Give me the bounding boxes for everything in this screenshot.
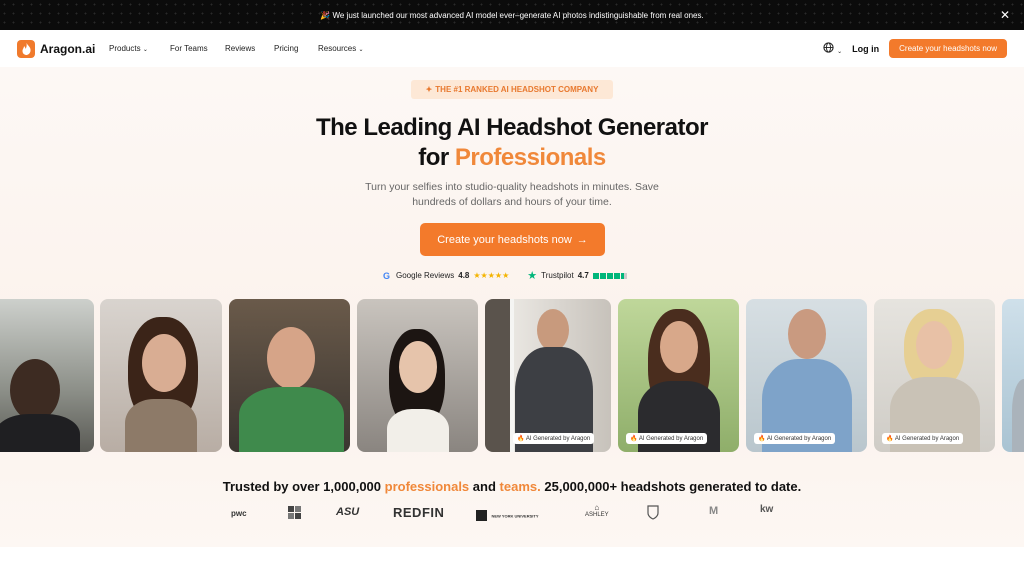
ai-headshot-photo: 🔥 AI Generated by Aragon xyxy=(485,299,611,452)
hero-create-headshots-button[interactable]: Create your headshots now → xyxy=(420,223,605,256)
brand-ashley-text: ASHLEY xyxy=(585,512,609,518)
announcement-text: We just launched our most advanced AI mo… xyxy=(332,10,704,20)
hero-title-prefix: for xyxy=(418,144,449,171)
ai-badge-text: AI Generated by Aragon xyxy=(766,436,832,442)
logo-text: Aragon.ai xyxy=(40,42,96,56)
ai-badge: 🔥 AI Generated by Aragon xyxy=(626,433,708,444)
menu-label: Resources xyxy=(318,44,357,53)
brand-asu: ASU xyxy=(336,506,360,518)
hero-cta-label: Create your headshots now xyxy=(437,233,572,246)
menu-for-teams[interactable]: For Teams xyxy=(170,44,208,53)
ai-headshot-photo: 🔥 AI Generated by Aragon xyxy=(746,299,867,452)
ai-badge-text: AI Generated by Aragon xyxy=(525,436,591,442)
chevron-down-icon: ⌄ xyxy=(142,47,148,53)
trustpilot-stars xyxy=(592,272,627,279)
trusted-accent-teams: teams. xyxy=(499,479,541,494)
ranked-badge: ✦ THE #1 RANKED AI HEADSHOT COMPANY xyxy=(411,80,613,99)
brand-m-logo: M xyxy=(709,505,719,517)
headshot-gallery: 🔥 AI Generated by Aragon 🔥 AI Generated … xyxy=(0,299,1024,452)
nav-create-headshots-button[interactable]: Create your headshots now xyxy=(889,39,1007,58)
menu-pricing[interactable]: Pricing xyxy=(274,44,298,53)
globe-icon[interactable]: ⌄ xyxy=(823,41,843,56)
menu-products[interactable]: Products ⌄ xyxy=(109,44,148,53)
ai-badge-text: AI Generated by Aragon xyxy=(894,436,960,442)
logo[interactable]: Aragon.ai xyxy=(17,40,95,58)
ratings-row: G Google Reviews 4.8 ★★★★★ ★ Trustpilot … xyxy=(381,269,627,282)
sparkle-icon: ✦ xyxy=(425,85,433,94)
ai-badge: 🔥 AI Generated by Aragon xyxy=(513,433,595,444)
trustpilot-label: Trustpilot xyxy=(541,271,574,280)
menu-label: Products xyxy=(109,44,141,53)
chevron-down-icon: ⌄ xyxy=(837,48,843,55)
ai-headshot-photo: 🔥 AI Generated by Aragon xyxy=(874,299,995,452)
close-icon[interactable]: ✕ xyxy=(1000,8,1010,22)
hero-title-line2: for Professionals xyxy=(0,144,1024,172)
brand-crest-logo xyxy=(647,505,659,525)
selfie-photo xyxy=(357,299,478,452)
google-icon: G xyxy=(382,270,390,281)
google-stars: ★★★★★ xyxy=(473,271,510,280)
google-score: 4.8 xyxy=(458,271,470,280)
page-bottom xyxy=(0,547,1024,576)
menu-reviews[interactable]: Reviews xyxy=(225,44,255,53)
top-nav: Aragon.ai Products ⌄ For Teams Reviews P… xyxy=(0,30,1024,67)
brand-nyu-text: NEW YORK UNIVERSITY xyxy=(491,513,539,519)
trustpilot-score: 4.7 xyxy=(577,271,589,280)
selfie-photo xyxy=(0,299,94,452)
brand-kw: kw xyxy=(760,504,774,515)
trusted-prefix: Trusted by over 1,000,000 xyxy=(222,479,382,494)
party-icon: 🎉 xyxy=(320,10,331,20)
trusted-middle: and xyxy=(472,479,496,494)
ranked-badge-text: THE #1 RANKED AI HEADSHOT COMPANY xyxy=(435,85,599,94)
chevron-down-icon: ⌄ xyxy=(358,47,364,53)
client-logos: pwc ASU REDFIN NEW YORK UNIVERSITY ⌂ ASH… xyxy=(0,503,1024,523)
announcement-bar: 🎉 We just launched our most advanced AI … xyxy=(0,0,1024,30)
trusted-suffix: 25,000,000+ headshots generated to date. xyxy=(544,479,802,494)
flame-icon xyxy=(17,40,35,58)
hero-subtitle-line2: hundreds of dollars and hours of your ti… xyxy=(412,196,612,208)
hero-title-line1: The Leading AI Headshot Generator xyxy=(315,114,709,141)
menu-resources[interactable]: Resources ⌄ xyxy=(318,44,364,53)
trusted-by-text: Trusted by over 1,000,000 professionals … xyxy=(0,479,1024,494)
brand-square-logo xyxy=(288,506,301,524)
ai-badge: 🔥 AI Generated by Aragon xyxy=(882,433,964,444)
brand-nyu: NEW YORK UNIVERSITY xyxy=(476,507,539,525)
hero-subtitle-line1: Turn your selfies into studio-quality he… xyxy=(365,181,659,193)
ai-badge: 🔥 AI Generated by Aragon xyxy=(754,433,836,444)
ai-headshot-photo: 🔥 AI Generated by Aragon xyxy=(618,299,739,452)
nav-actions: ⌄ Log in Create your headshots now xyxy=(823,39,1007,58)
hero-title-accent: Professionals xyxy=(454,144,606,171)
ai-badge-text: AI Generated by Aragon xyxy=(638,436,704,442)
selfie-photo xyxy=(100,299,222,452)
arrow-right-icon: → xyxy=(576,233,588,246)
selfie-photo xyxy=(229,299,350,452)
google-reviews-label: Google Reviews xyxy=(396,271,455,280)
login-link[interactable]: Log in xyxy=(852,44,879,54)
trusted-accent-professionals: professionals xyxy=(384,479,470,494)
brand-pwc: pwc xyxy=(231,509,247,518)
trustpilot-star-icon: ★ xyxy=(527,270,538,282)
brand-ashley: ⌂ ASHLEY xyxy=(585,503,609,518)
brand-redfin: REDFIN xyxy=(393,505,445,520)
ai-headshot-photo xyxy=(1002,299,1024,452)
